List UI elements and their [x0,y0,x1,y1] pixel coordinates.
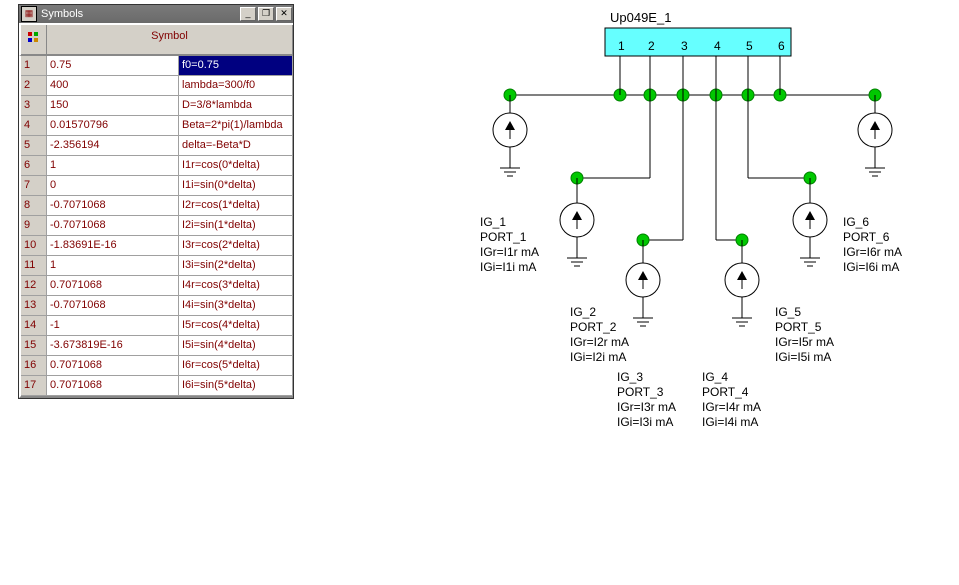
symbols-window[interactable]: ▦ Symbols _ ❐ ✕ Symbol 10.75f0=0.752400l… [18,4,294,399]
row-value[interactable]: -1 [47,316,179,336]
row-value[interactable]: 1 [47,156,179,176]
row-value[interactable]: 0 [47,176,179,196]
port-1-num: 1 [618,39,625,53]
row-index: 14 [21,316,47,336]
row-value[interactable]: 0.7071068 [47,276,179,296]
maximize-button[interactable]: ❐ [258,7,274,21]
row-expression[interactable]: I6r=cos(5*delta) [179,356,293,376]
table-row[interactable]: 160.7071068I6r=cos(5*delta) [21,356,293,376]
row-expression[interactable]: I3r=cos(2*delta) [179,236,293,256]
minimize-button[interactable]: _ [240,7,256,21]
row-expression[interactable]: I5r=cos(4*delta) [179,316,293,336]
svg-text:2: 2 [648,39,655,53]
row-index: 15 [21,336,47,356]
row-expression[interactable]: I1r=cos(0*delta) [179,156,293,176]
row-index: 13 [21,296,47,316]
row-index: 4 [21,116,47,136]
row-expression[interactable]: I5i=sin(4*delta) [179,336,293,356]
table-row[interactable]: 2400lambda=300/f0 [21,76,293,96]
row-expression[interactable]: I3i=sin(2*delta) [179,256,293,276]
row-value[interactable]: -1.83691E-16 [47,236,179,256]
row-value[interactable]: 1 [47,256,179,276]
row-index: 1 [21,56,47,76]
svg-text:6: 6 [778,39,785,53]
table-row[interactable]: 15-3.673819E-16I5i=sin(4*delta) [21,336,293,356]
table-row[interactable]: 111I3i=sin(2*delta) [21,256,293,276]
row-index: 8 [21,196,47,216]
table-row[interactable]: 3150D=3/8*lambda [21,96,293,116]
table-header: Symbol [19,23,293,56]
table-row[interactable]: 61I1r=cos(0*delta) [21,156,293,176]
row-index: 16 [21,356,47,376]
row-expression[interactable]: I2r=cos(1*delta) [179,196,293,216]
table-row[interactable]: 5-2.356194delta=-Beta*D [21,136,293,156]
row-index: 3 [21,96,47,116]
window-title: Symbols [41,8,239,20]
row-value[interactable]: 0.7071068 [47,376,179,396]
row-expression[interactable]: f0=0.75 [179,56,293,76]
table-row[interactable]: 120.7071068I4r=cos(3*delta) [21,276,293,296]
row-index: 12 [21,276,47,296]
row-index: 10 [21,236,47,256]
row-expression[interactable]: I6i=sin(5*delta) [179,376,293,396]
row-index: 9 [21,216,47,236]
row-expression[interactable]: delta=-Beta*D [179,136,293,156]
table-row[interactable]: 8-0.7071068I2r=cos(1*delta) [21,196,293,216]
table-row[interactable]: 10-1.83691E-16I3r=cos(2*delta) [21,236,293,256]
row-expression[interactable]: D=3/8*lambda [179,96,293,116]
row-value[interactable]: -0.7071068 [47,196,179,216]
row-value[interactable]: 0.7071068 [47,356,179,376]
svg-text:3: 3 [681,39,688,53]
svg-text:5: 5 [746,39,753,53]
row-expression[interactable]: I4r=cos(3*delta) [179,276,293,296]
source-2-text: IG_2 PORT_2 IGr=I2r mA IGi=I2i mA [570,305,629,365]
header-symbol[interactable]: Symbol [47,25,293,55]
row-value[interactable]: 400 [47,76,179,96]
row-value[interactable]: 0.01570796 [47,116,179,136]
source-6-text: IG_6 PORT_6 IGr=I6r mA IGi=I6i mA [843,215,902,275]
row-value[interactable]: -2.356194 [47,136,179,156]
app-icon: ▦ [21,6,37,22]
row-expression[interactable]: I4i=sin(3*delta) [179,296,293,316]
row-expression[interactable]: I2i=sin(1*delta) [179,216,293,236]
table-row[interactable]: 9-0.7071068I2i=sin(1*delta) [21,216,293,236]
table-row[interactable]: 170.7071068I6i=sin(5*delta) [21,376,293,396]
table-row[interactable]: 13-0.7071068I4i=sin(3*delta) [21,296,293,316]
row-value[interactable]: 150 [47,96,179,116]
source-4-text: IG_4 PORT_4 IGr=I4r mA IGi=I4i mA [702,370,761,430]
row-value[interactable]: -0.7071068 [47,296,179,316]
source-3-text: IG_3 PORT_3 IGr=I3r mA IGi=I3i mA [617,370,676,430]
row-index: 17 [21,376,47,396]
table-row[interactable]: 70I1i=sin(0*delta) [21,176,293,196]
row-index: 6 [21,156,47,176]
schematic-canvas: Up049E_1 1 2 3 4 5 6 [470,20,940,470]
row-value[interactable]: -0.7071068 [47,216,179,236]
row-value[interactable]: 0.75 [47,56,179,76]
table-row[interactable]: 10.75f0=0.75 [21,56,293,76]
svg-text:4: 4 [714,39,721,53]
titlebar[interactable]: ▦ Symbols _ ❐ ✕ [19,5,293,23]
row-index: 5 [21,136,47,156]
row-expression[interactable]: I1i=sin(0*delta) [179,176,293,196]
table-row[interactable]: 14-1I5r=cos(4*delta) [21,316,293,336]
row-index: 11 [21,256,47,276]
source-5-text: IG_5 PORT_5 IGr=I5r mA IGi=I5i mA [775,305,834,365]
row-expression[interactable]: Beta=2*pi(1)/lambda [179,116,293,136]
row-index: 2 [21,76,47,96]
header-icon[interactable] [21,25,47,55]
source-1-text: IG_1 PORT_1 IGr=I1r mA IGi=I1i mA [480,215,539,275]
close-button[interactable]: ✕ [276,7,292,21]
row-index: 7 [21,176,47,196]
table-body: 10.75f0=0.752400lambda=300/f03150D=3/8*l… [19,56,293,398]
table-row[interactable]: 40.01570796Beta=2*pi(1)/lambda [21,116,293,136]
row-expression[interactable]: lambda=300/f0 [179,76,293,96]
row-value[interactable]: -3.673819E-16 [47,336,179,356]
